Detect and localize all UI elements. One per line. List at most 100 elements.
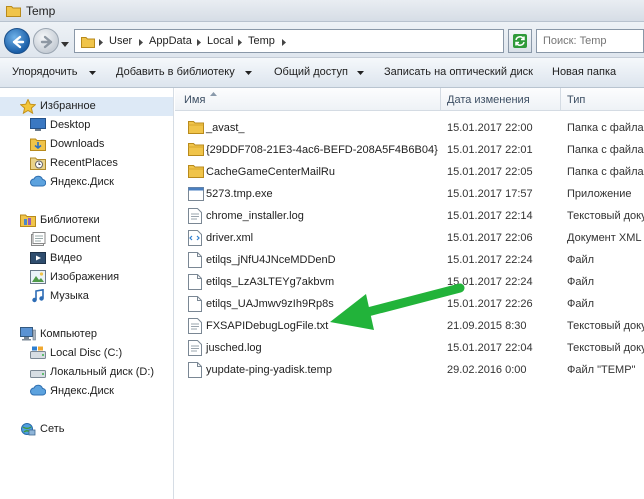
chevron-right-icon[interactable] — [238, 39, 242, 46]
file-name: etilqs_LzA3LTEYg7akbvm — [206, 276, 335, 288]
caret-down-icon[interactable] — [357, 71, 364, 75]
annotation-arrow-icon — [330, 283, 465, 330]
history-dropdown-icon[interactable] — [61, 38, 69, 50]
forward-button[interactable] — [33, 28, 59, 54]
sidebar-item-favorites[interactable]: Избранное — [0, 97, 173, 116]
file-date: 15.01.2017 22:24 — [447, 254, 533, 266]
sidebar-item-yandex-disk-drive[interactable]: Яндекс.Диск — [0, 382, 173, 401]
search-box[interactable] — [536, 29, 644, 53]
file-date: 15.01.2017 22:04 — [447, 342, 533, 354]
table-row[interactable]: jusched.log 15.01.2017 22:04 Текстовый док… — [175, 337, 644, 359]
back-button[interactable] — [4, 28, 30, 54]
file-type: Приложение — [567, 188, 632, 200]
breadcrumb-user[interactable]: User — [109, 35, 132, 47]
folder-icon — [81, 35, 95, 51]
sidebar-item-local-disc-c[interactable]: Local Disc (C:) — [0, 344, 173, 363]
sidebar-item-recentplaces[interactable]: RecentPlaces — [0, 154, 173, 173]
burn-disc-button[interactable]: Записать на оптический диск — [384, 66, 533, 78]
share-button[interactable]: Общий доступ — [274, 66, 348, 78]
file-name: chrome_installer.log — [206, 210, 304, 222]
sidebar-item-label: Локальный диск (D:) — [50, 366, 155, 378]
caret-down-icon[interactable] — [89, 71, 96, 75]
xml-file-icon — [188, 230, 204, 246]
sidebar-item-network[interactable]: Сеть — [0, 420, 173, 439]
sidebar-item-label: Downloads — [50, 138, 105, 150]
sidebar-item-desktop[interactable]: Desktop — [0, 116, 173, 135]
text-file-icon — [188, 340, 204, 356]
command-toolbar: Упорядочить Добавить в библиотеку Общий … — [0, 58, 644, 88]
sidebar-item-images[interactable]: Изображения — [0, 268, 173, 287]
file-icon — [188, 362, 204, 378]
chevron-right-icon[interactable] — [99, 39, 103, 46]
sidebar-item-label: Яндекс.Диск — [50, 176, 114, 188]
refresh-icon — [513, 34, 527, 48]
search-input[interactable] — [537, 30, 643, 52]
cloud-icon — [30, 175, 47, 189]
libraries-icon — [20, 213, 36, 227]
drive-icon — [30, 346, 46, 360]
sidebar-item-label: Яндекс.Диск — [50, 385, 114, 397]
sidebar-item-label: Видео — [50, 252, 83, 264]
sort-ascending-icon — [210, 92, 217, 96]
refresh-button[interactable] — [508, 29, 532, 53]
new-folder-button[interactable]: Новая папка — [552, 66, 616, 78]
video-icon — [30, 251, 46, 265]
file-date: 15.01.2017 17:57 — [447, 188, 533, 200]
address-bar[interactable]: User AppData Local Temp — [74, 29, 571, 53]
text-file-icon — [188, 318, 204, 334]
table-row[interactable]: driver.xml 15.01.2017 22:06 Документ XML — [175, 227, 644, 249]
chevron-right-icon[interactable] — [139, 39, 143, 46]
table-row[interactable]: etilqs_jNfU4JNceMDDenD 15.01.2017 22:24 Фа… — [175, 249, 644, 271]
sidebar-item-label: Сеть — [40, 423, 65, 435]
downloads-icon — [30, 137, 46, 151]
sidebar-item-document[interactable]: Document — [0, 230, 173, 249]
breadcrumb-local[interactable]: Local — [207, 35, 233, 47]
column-type[interactable]: Тип — [561, 88, 644, 111]
sidebar-item-libraries[interactable]: Библиотеки — [0, 211, 173, 230]
sidebar-item-video[interactable]: Видео — [0, 249, 173, 268]
sidebar-item-label: Компьютер — [40, 328, 97, 340]
file-type: Текстовый документ — [567, 320, 644, 332]
navigation-pane: Избранное Desktop Downloads RecentPlaces… — [0, 88, 174, 499]
table-row[interactable]: yupdate-ping-yadisk.temp 29.02.2016 0:00 Ф… — [175, 359, 644, 381]
organize-button[interactable]: Упорядочить — [12, 66, 77, 78]
sidebar-item-downloads[interactable]: Downloads — [0, 135, 173, 154]
file-type: Папка с файлами — [567, 166, 644, 178]
sidebar-item-local-disc-d[interactable]: Локальный диск (D:) — [0, 363, 173, 382]
breadcrumb-appdata[interactable]: AppData — [149, 35, 192, 47]
file-icon — [188, 252, 204, 268]
file-date: 29.02.2016 0:00 — [447, 364, 527, 376]
file-name: yupdate-ping-yadisk.temp — [206, 364, 332, 376]
breadcrumb-temp[interactable]: Temp — [248, 35, 275, 47]
table-row[interactable]: 5273.tmp.exe 15.01.2017 17:57 Приложение — [175, 183, 644, 205]
caret-down-icon[interactable] — [245, 71, 252, 75]
file-type: Текстовый документ — [567, 210, 644, 222]
desktop-icon — [30, 118, 46, 132]
add-to-library-button[interactable]: Добавить в библиотеку — [116, 66, 235, 78]
window-title: Temp — [26, 4, 56, 18]
table-row[interactable]: chrome_installer.log 15.01.2017 22:14 Текс… — [175, 205, 644, 227]
folder-icon — [6, 5, 21, 20]
sidebar-item-label: Избранное — [40, 100, 96, 112]
star-icon — [19, 98, 37, 115]
folder-icon — [188, 164, 204, 180]
sidebar-item-label: Библиотеки — [40, 214, 100, 226]
cloud-icon — [30, 384, 47, 398]
network-icon — [20, 422, 36, 436]
column-name[interactable]: Имя — [175, 88, 441, 111]
images-icon — [30, 270, 46, 284]
chevron-right-icon[interactable] — [282, 39, 286, 46]
chevron-right-icon[interactable] — [197, 39, 201, 46]
sidebar-item-music[interactable]: Музыка — [0, 287, 173, 306]
table-row[interactable]: _avast_ 15.01.2017 22:00 Папка с файлами — [175, 117, 644, 139]
table-row[interactable]: {29DDF708-21E3-4ac6-BEFD-208A5F4B6B04} 15… — [175, 139, 644, 161]
file-date: 15.01.2017 22:01 — [447, 144, 533, 156]
sidebar-item-computer[interactable]: Компьютер — [0, 325, 173, 344]
sidebar-item-yandex-disk[interactable]: Яндекс.Диск — [0, 173, 173, 192]
file-name: {29DDF708-21E3-4ac6-BEFD-208A5F4B6B04} — [206, 144, 438, 156]
file-type: Файл "TEMP" — [567, 364, 636, 376]
table-row[interactable]: CacheGameCenterMailRu 15.01.2017 22:05 Пап… — [175, 161, 644, 183]
folder-icon — [188, 142, 204, 158]
column-date-modified[interactable]: Дата изменения — [441, 88, 561, 111]
sidebar-item-label: RecentPlaces — [50, 157, 118, 169]
